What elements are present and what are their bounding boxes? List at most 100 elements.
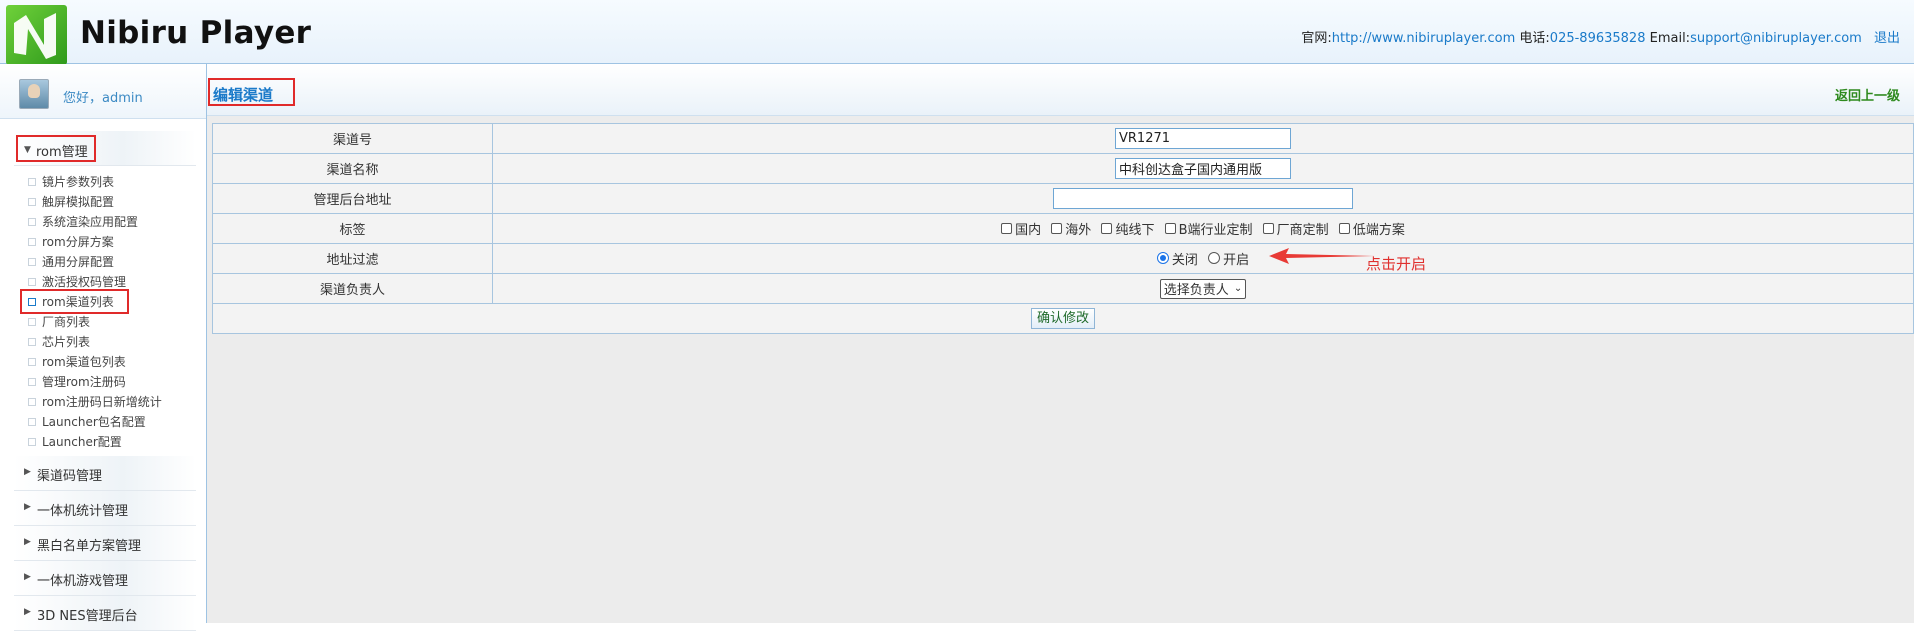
- logo-mark-icon: [14, 13, 56, 59]
- menu-group-label: 3D NES管理后台: [37, 609, 138, 624]
- sidebar-item-rom-channels[interactable]: rom渠道列表: [0, 289, 206, 314]
- sidebar-item-label: Launcher配置: [42, 435, 122, 449]
- sidebar-item-launcher-config[interactable]: Launcher配置: [0, 432, 206, 452]
- sidebar-item-label: 触屏模拟配置: [42, 195, 115, 209]
- highlight-box: [16, 135, 96, 162]
- red-arrow-icon: [1269, 248, 1375, 264]
- bullet-icon: [28, 178, 36, 186]
- sidebar-item-render-apps[interactable]: 系统渲染应用配置: [0, 212, 206, 232]
- greeting: 您好，admin: [63, 91, 143, 106]
- website-link[interactable]: http://www.nibiruplayer.com: [1332, 31, 1516, 46]
- radio-label: 关闭: [1171, 252, 1198, 268]
- menu-group-label: 一体机统计管理: [37, 504, 129, 519]
- annotation-text: 点击开启: [1366, 255, 1427, 273]
- sidebar-item-general-split[interactable]: 通用分屏配置: [0, 252, 206, 272]
- tag-checkbox-overseas[interactable]: 海外: [1051, 219, 1091, 238]
- sidebar-item-rom-regcodes[interactable]: 管理rom注册码: [0, 372, 206, 392]
- tag-label: 厂商定制: [1276, 223, 1329, 238]
- sidebar-item-label: 芯片列表: [42, 335, 91, 349]
- sidebar-item-touch-sim[interactable]: 触屏模拟配置: [0, 192, 206, 212]
- tag-checkbox-offline[interactable]: 纯线下: [1101, 219, 1154, 238]
- bullet-icon: [28, 198, 36, 206]
- phone-number: 025-89635828: [1549, 31, 1646, 46]
- sidebar-menu: ▼ rom管理 镜片参数列表 触屏模拟配置 系统渲染应用配置 rom分屏方案 通…: [0, 119, 206, 631]
- website-label: 官网:: [1301, 31, 1332, 46]
- form-row-tags: 标签 国内 海外 纯线下 B端行业定制 厂商定制 低端方案: [212, 213, 1914, 244]
- email-link[interactable]: support@nibiruplayer.com: [1690, 31, 1862, 46]
- rom-submenu: 镜片参数列表 触屏模拟配置 系统渲染应用配置 rom分屏方案 通用分屏配置 激活…: [0, 166, 206, 456]
- logout-link[interactable]: 退出: [1874, 31, 1900, 46]
- sidebar-item-label: 厂商列表: [42, 315, 91, 329]
- field-label: 渠道负责人: [212, 273, 493, 304]
- sidebar-item-rom-packages[interactable]: rom渠道包列表: [0, 352, 206, 372]
- phone-label: 电话:: [1519, 31, 1550, 46]
- checkbox-icon: [1262, 223, 1274, 234]
- sidebar-item-vendors[interactable]: 厂商列表: [0, 312, 206, 332]
- sidebar-item-label: 激活授权码管理: [42, 275, 127, 289]
- confirm-edit-button[interactable]: 确认修改: [1030, 308, 1095, 329]
- checkbox-icon: [1338, 223, 1350, 234]
- tag-label: 国内: [1015, 223, 1042, 238]
- menu-group-label: 渠道码管理: [37, 469, 103, 484]
- menu-group-label: 一体机游戏管理: [37, 574, 129, 589]
- bullet-icon: [28, 418, 36, 426]
- bullet-icon: [28, 238, 36, 246]
- bullet-icon: [28, 278, 36, 286]
- tag-checkbox-vendor[interactable]: 厂商定制: [1262, 219, 1329, 238]
- app-title: Nibiru Player: [80, 15, 312, 51]
- tag-label: B端行业定制: [1178, 223, 1253, 238]
- menu-group-label: 黑白名单方案管理: [37, 539, 142, 554]
- tag-checkbox-b2b[interactable]: B端行业定制: [1164, 219, 1253, 238]
- top-header: Nibiru Player 官网:http://www.nibiruplayer…: [0, 0, 1914, 65]
- channel-no-input[interactable]: [1115, 128, 1291, 149]
- menu-group-blacklist[interactable]: ▶ 黑白名单方案管理: [14, 526, 196, 561]
- field-label: 标签: [212, 213, 493, 244]
- menu-group-3d-nes[interactable]: ▶ 3D NES管理后台: [14, 596, 196, 631]
- bullet-icon: [28, 338, 36, 346]
- main-panel: 编辑渠道 返回上一级 渠道号 渠道名称 管理后台地址 标签 国内 海外 纯线下 …: [207, 64, 1914, 623]
- checkbox-icon: [1051, 223, 1063, 234]
- checkbox-icon: [1101, 223, 1113, 234]
- sidebar-item-launcher-packages[interactable]: Launcher包名配置: [0, 412, 206, 432]
- sidebar-item-label: 管理rom注册码: [42, 375, 126, 389]
- sidebar-item-label: rom分屏方案: [42, 235, 114, 249]
- menu-group-rom[interactable]: ▼ rom管理: [14, 131, 196, 166]
- sidebar-item-chips[interactable]: 芯片列表: [0, 332, 206, 352]
- tag-checkbox-domestic[interactable]: 国内: [1001, 219, 1041, 238]
- sidebar-item-regcode-stats[interactable]: rom注册码日新增统计: [0, 392, 206, 412]
- select-value: 选择负责人: [1163, 283, 1229, 298]
- radio-label: 开启: [1223, 252, 1250, 268]
- radio-icon: [1208, 252, 1221, 265]
- contact-info: 官网:http://www.nibiruplayer.com 电话:025-89…: [1301, 27, 1900, 46]
- caret-right-icon: ▶: [24, 502, 31, 512]
- admin-url-input[interactable]: [1053, 188, 1353, 209]
- caret-right-icon: ▶: [24, 467, 31, 477]
- menu-group-aio-stats[interactable]: ▶ 一体机统计管理: [14, 491, 196, 526]
- sidebar-item-label: 通用分屏配置: [42, 255, 115, 269]
- avatar: [19, 79, 49, 109]
- chevron-down-icon: ⌄: [1233, 283, 1243, 294]
- form-row-admin-url: 管理后台地址: [212, 183, 1914, 214]
- sidebar-item-lens-params[interactable]: 镜片参数列表: [0, 172, 206, 192]
- filter-off-radio[interactable]: 关闭: [1156, 249, 1198, 268]
- caret-right-icon: ▶: [24, 572, 31, 582]
- form-row-submit: 确认修改: [212, 303, 1914, 334]
- owner-select[interactable]: 选择负责人 ⌄: [1159, 278, 1247, 299]
- user-bar: 您好，admin: [0, 64, 206, 119]
- bullet-icon: [28, 358, 36, 366]
- form-row-channel-name: 渠道名称: [212, 153, 1914, 184]
- sidebar-item-label: 系统渲染应用配置: [42, 215, 139, 229]
- nibiru-logo: [6, 5, 67, 65]
- channel-name-input[interactable]: [1115, 158, 1291, 179]
- checkbox-icon: [1001, 223, 1013, 234]
- sidebar-item-label: Launcher包名配置: [42, 415, 146, 429]
- tag-label: 海外: [1065, 223, 1092, 238]
- tag-checkbox-lowend[interactable]: 低端方案: [1338, 219, 1405, 238]
- filter-on-radio[interactable]: 开启: [1208, 249, 1249, 268]
- tag-label: 纯线下: [1115, 223, 1155, 238]
- back-link[interactable]: 返回上一级: [1835, 85, 1900, 104]
- menu-group-channel-codes[interactable]: ▶ 渠道码管理: [14, 456, 196, 491]
- menu-group-aio-games[interactable]: ▶ 一体机游戏管理: [14, 561, 196, 596]
- form-row-channel-no: 渠道号: [212, 123, 1914, 154]
- sidebar-item-rom-split[interactable]: rom分屏方案: [0, 232, 206, 252]
